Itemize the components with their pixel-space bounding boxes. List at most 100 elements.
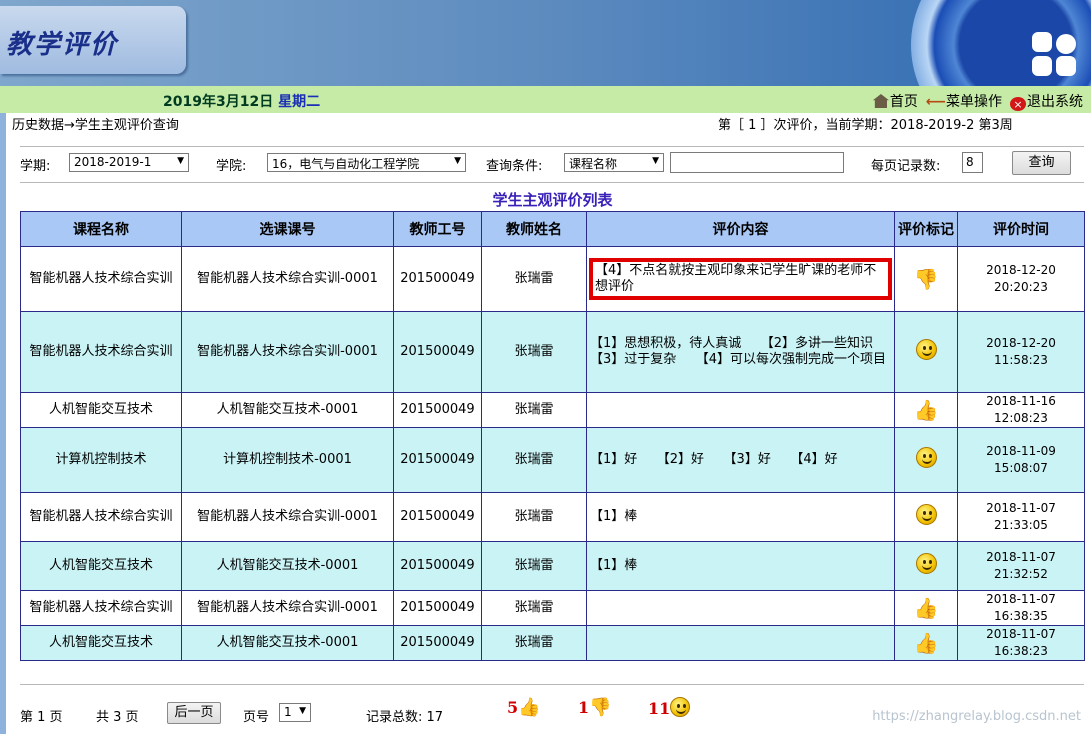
semester-label: 学期: <box>20 159 51 174</box>
cell-teacher-id: 201500049 <box>393 590 482 626</box>
menu-link[interactable]: ⟵菜单操作 <box>926 91 1002 111</box>
semester-select[interactable]: 2018-2019-1 ▼ <box>69 153 189 172</box>
cell-content <box>586 590 895 626</box>
chevron-down-icon: ▼ <box>652 156 659 166</box>
cell-course-no: 计算机控制技术-0001 <box>181 427 394 493</box>
eval-time: 15:08:07 <box>994 461 1048 475</box>
query-button[interactable]: 查询 <box>1012 151 1071 175</box>
logo-icon <box>1032 32 1078 78</box>
page-size-label: 每页记录数: <box>871 159 941 174</box>
query-input[interactable] <box>670 152 844 173</box>
chevron-down-icon: ▼ <box>299 706 306 716</box>
eval-date: 2018-12-20 <box>986 336 1056 350</box>
eval-time: 12:08:23 <box>994 411 1048 425</box>
cell-content: 【1】棒 <box>586 492 895 542</box>
cell-mark: 👎 <box>894 246 958 312</box>
cell-time: 2018-12-20 20:20:23 <box>957 246 1085 312</box>
close-icon: × <box>1010 97 1026 111</box>
thumbs-up-icon: 👍 <box>913 595 939 620</box>
thumbs-up-icon: 👍 <box>913 397 939 422</box>
date-text: 2019年3月12日 <box>163 94 274 110</box>
eval-time: 20:20:23 <box>994 280 1048 294</box>
cell-mark: 👍 <box>894 625 958 661</box>
home-link[interactable]: 首页 <box>872 91 918 111</box>
table-row: 人机智能交互技术 人机智能交互技术-0001 201500049 张瑞雷 👍 2… <box>20 392 1085 428</box>
eval-date: 2018-11-07 <box>986 592 1056 606</box>
eval-time: 16:38:23 <box>994 644 1048 658</box>
cell-content <box>586 625 895 661</box>
arrow-left-icon: ⟵ <box>925 94 946 110</box>
college-select[interactable]: 16，电气与自动化工程学院 ▼ <box>267 153 466 172</box>
eval-time: 21:32:52 <box>994 567 1048 581</box>
page-size-input[interactable]: 8 <box>962 152 983 173</box>
cell-teacher: 张瑞雷 <box>481 246 587 312</box>
college-label: 学院: <box>216 159 247 174</box>
watermark: https://zhangrelay.blog.csdn.net <box>872 709 1081 724</box>
total-pages: 共 3 页 <box>96 710 139 725</box>
chevron-down-icon: ▼ <box>177 156 184 166</box>
page-number-select[interactable]: 1 ▼ <box>279 703 311 722</box>
cell-content: 【1】好 【2】好 【3】好 【4】好 <box>586 427 895 493</box>
thumbs-down-icon: 👎 <box>589 697 612 718</box>
cell-teacher: 张瑞雷 <box>481 492 587 542</box>
record-total: 记录总数: 17 <box>366 710 444 725</box>
query-label: 查询条件: <box>486 159 543 174</box>
app-title-box: 教学评价 <box>0 6 186 74</box>
app-title: 教学评价 <box>6 30 119 60</box>
cell-time: 2018-11-07 21:32:52 <box>957 541 1085 591</box>
smiley-icon <box>915 339 937 360</box>
cell-mark <box>894 427 958 493</box>
cell-time: 2018-11-07 16:38:35 <box>957 590 1085 626</box>
smiley-icon <box>670 697 691 717</box>
cell-mark <box>894 311 958 393</box>
smiley-icon <box>915 553 937 574</box>
smile-count: 11 <box>648 699 671 718</box>
divider <box>20 684 1084 685</box>
cell-time: 2018-11-09 15:08:07 <box>957 427 1085 493</box>
table-header-row: 课程名称 选课课号 教师工号 教师姓名 评价内容 评价标记 评价时间 <box>20 211 1085 247</box>
eval-time: 16:38:35 <box>994 609 1048 623</box>
date-bar: 2019年3月12日 星期二 首页 ⟵菜单操作 × 退出系统 <box>0 86 1091 113</box>
table-row: 智能机器人技术综合实训 智能机器人技术综合实训-0001 201500049 张… <box>20 246 1085 312</box>
next-page-button[interactable]: 后一页 <box>167 702 221 724</box>
thumbs-up-icon: 👍 <box>913 630 939 655</box>
header-banner: 教学评价 <box>0 0 1091 86</box>
eval-date: 2018-12-20 <box>986 263 1056 277</box>
eval-date: 2018-11-07 <box>986 501 1056 515</box>
col-teacher-id: 教师工号 <box>393 211 482 247</box>
filter-bar: 学期: 2018-2019-1 ▼ 学院: 16，电气与自动化工程学院 ▼ 查询条件… <box>0 148 1091 180</box>
table-row: 计算机控制技术 计算机控制技术-0001 201500049 张瑞雷 【1】好 … <box>20 427 1085 493</box>
cell-teacher: 张瑞雷 <box>481 427 587 493</box>
eval-date: 2018-11-07 <box>986 627 1056 641</box>
menu-label: 菜单操作 <box>946 94 1002 110</box>
cell-course: 人机智能交互技术 <box>20 541 182 591</box>
cell-time: 2018-11-07 16:38:23 <box>957 625 1085 661</box>
college-value: 16，电气与自动化工程学院 <box>272 157 420 171</box>
cell-content: 【1】思想积极，待人真诚 【2】多讲一些知识 【3】过于复杂 【4】可以每次强制… <box>586 311 899 393</box>
top-links: 首页 ⟵菜单操作 × 退出系统 <box>872 91 1083 111</box>
exit-label: 退出系统 <box>1027 94 1083 110</box>
cell-content: 【4】不点名就按主观印象来记学生旷课的老师不想评价 <box>586 246 895 312</box>
eval-date: 2018-11-16 <box>986 394 1056 408</box>
query-field-select[interactable]: 课程名称 ▼ <box>564 153 664 172</box>
divider <box>20 146 1084 147</box>
table-row: 智能机器人技术综合实训 智能机器人技术综合实训-0001 201500049 张… <box>20 492 1085 542</box>
cell-course: 智能机器人技术综合实训 <box>20 246 182 312</box>
cell-course: 智能机器人技术综合实训 <box>20 311 182 393</box>
highlighted-comment: 【4】不点名就按主观印象来记学生旷课的老师不想评价 <box>589 258 892 300</box>
col-course: 课程名称 <box>20 211 182 247</box>
table-row: 人机智能交互技术 人机智能交互技术-0001 201500049 张瑞雷 👍 2… <box>20 625 1085 661</box>
divider <box>20 182 1084 183</box>
current-date: 2019年3月12日 星期二 <box>163 91 320 111</box>
cell-teacher: 张瑞雷 <box>481 392 587 428</box>
exit-link[interactable]: × 退出系统 <box>1010 91 1083 111</box>
cell-teacher: 张瑞雷 <box>481 625 587 661</box>
cell-teacher-id: 201500049 <box>393 246 482 312</box>
cell-mark: 👍 <box>894 590 958 626</box>
query-field-value: 课程名称 <box>569 157 618 171</box>
col-course-no: 选课课号 <box>181 211 394 247</box>
cell-course: 人机智能交互技术 <box>20 392 182 428</box>
eval-date: 2018-11-07 <box>986 550 1056 564</box>
cell-course: 智能机器人技术综合实训 <box>20 590 182 626</box>
cell-course-no: 人机智能交互技术-0001 <box>181 541 394 591</box>
